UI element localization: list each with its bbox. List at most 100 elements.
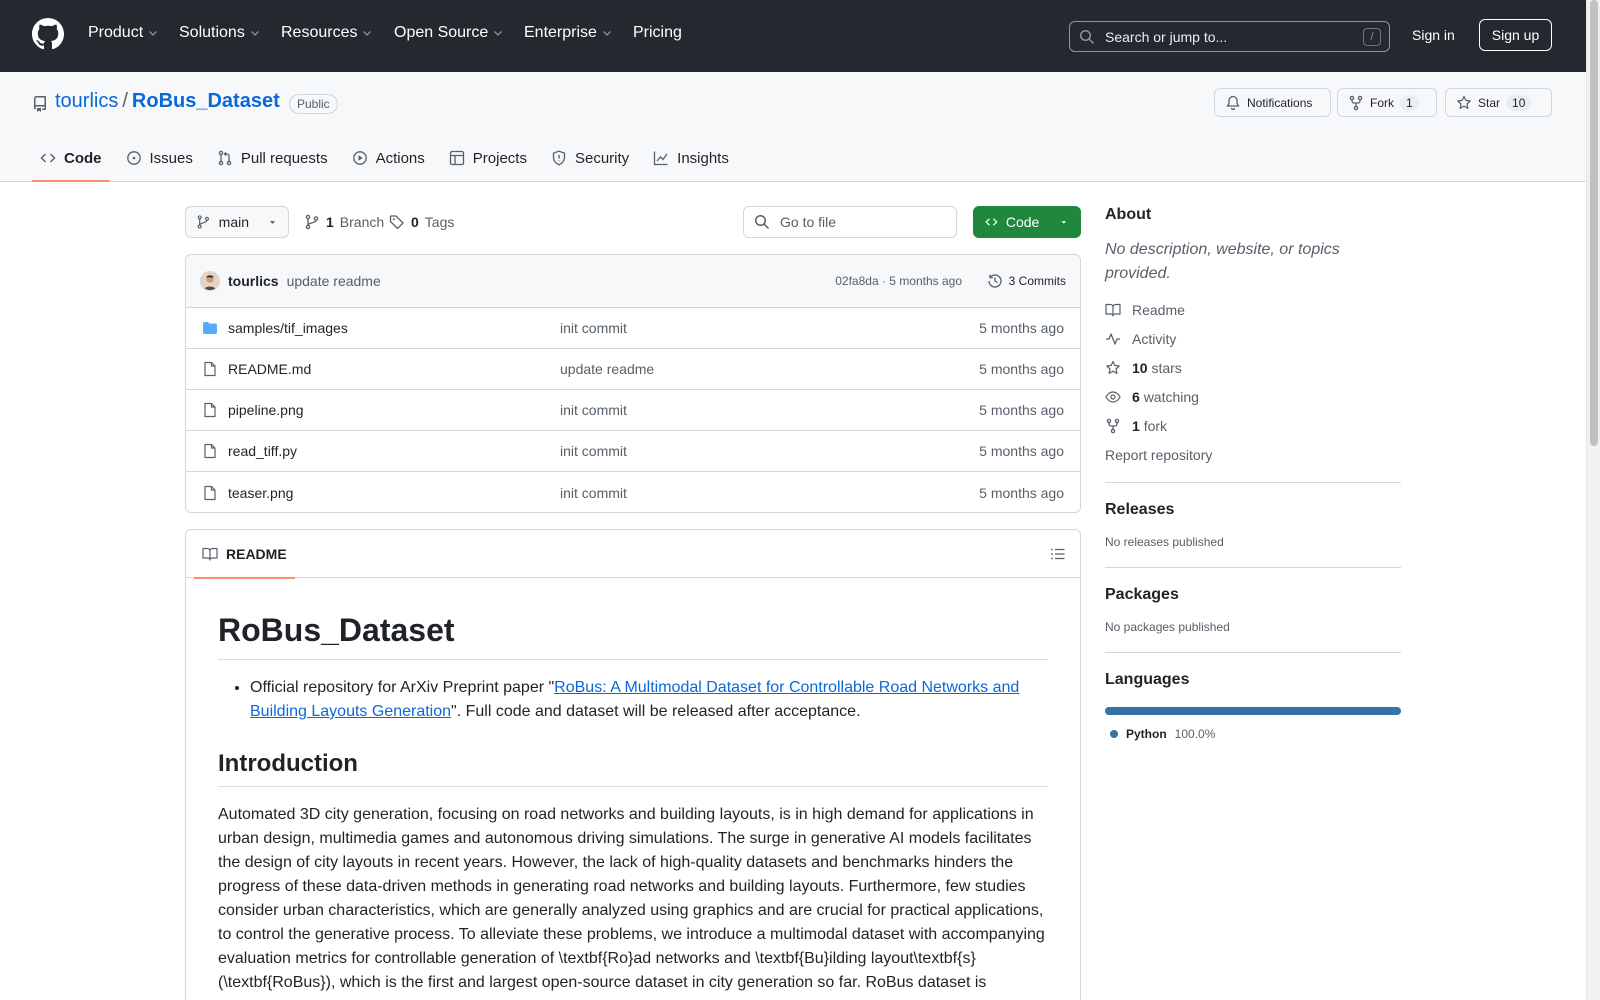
file-commit-link[interactable]: init commit <box>560 320 627 336</box>
avatar[interactable] <box>200 271 220 291</box>
page-scrollbar[interactable] <box>1586 0 1600 1000</box>
file-age: 5 months ago <box>979 402 1064 418</box>
code-button[interactable]: Code <box>973 206 1081 238</box>
language-item[interactable]: Python 100.0% <box>1105 727 1401 741</box>
file-commit-link[interactable]: init commit <box>560 402 627 418</box>
tab-insights[interactable]: Insights <box>645 134 737 182</box>
stars-label: stars <box>1151 360 1182 376</box>
table-icon <box>449 150 464 166</box>
tab-security[interactable]: Security <box>543 134 637 182</box>
file-row[interactable]: read_tiff.py init commit 5 months ago <box>186 431 1080 472</box>
repo-icon <box>33 96 46 112</box>
file-name-link[interactable]: pipeline.png <box>228 402 304 418</box>
scrollbar-thumb[interactable] <box>1590 0 1598 446</box>
tab-label: Insights <box>677 149 729 167</box>
notifications-label: Notifications <box>1247 95 1313 110</box>
search-icon <box>754 214 770 230</box>
search-input[interactable]: Search or jump to... / <box>1069 21 1390 52</box>
list-icon[interactable] <box>1050 546 1066 562</box>
language-bar <box>1105 707 1401 715</box>
file-icon <box>204 485 216 500</box>
user-avatar-icon <box>203 275 217 290</box>
file-row[interactable]: pipeline.png init commit 5 months ago <box>186 390 1080 431</box>
tab-pull-requests[interactable]: Pull requests <box>209 134 336 182</box>
nav-pricing[interactable]: Pricing <box>633 24 682 42</box>
graph-icon <box>654 151 668 166</box>
readme-tab[interactable]: README <box>194 530 295 579</box>
pull-request-icon <box>218 150 232 166</box>
github-logo-icon[interactable] <box>32 18 64 50</box>
nav-product[interactable]: Product <box>88 24 159 42</box>
branch-selector[interactable]: main <box>185 206 289 238</box>
report-label: Report repository <box>1105 447 1213 463</box>
go-to-file-input[interactable]: Go to file <box>743 206 957 238</box>
file-row[interactable]: samples/tif_images init commit 5 months … <box>186 308 1080 349</box>
branches-link[interactable]: 1 Branch <box>304 214 384 230</box>
watching-link[interactable]: 6 watching <box>1105 388 1401 406</box>
search-placeholder: Search or jump to... <box>1105 28 1228 45</box>
file-commit-link[interactable]: init commit <box>560 485 627 501</box>
commit-author-link[interactable]: tourlics <box>228 273 279 289</box>
shield-icon <box>552 150 566 166</box>
file-icon <box>204 361 216 377</box>
file-name-link[interactable]: README.md <box>228 361 311 377</box>
file-row[interactable]: teaser.png init commit 5 months ago <box>186 472 1080 512</box>
activity-label: Activity <box>1132 331 1177 347</box>
tab-projects[interactable]: Projects <box>441 134 535 182</box>
fork-button[interactable]: Fork 1 <box>1337 88 1437 117</box>
nav-open-source[interactable]: Open Source <box>394 24 504 42</box>
tab-issues[interactable]: Issues <box>118 134 201 182</box>
tags-link[interactable]: 0 Tags <box>389 214 454 230</box>
commit-message-link[interactable]: update readme <box>287 273 381 289</box>
file-commit-link[interactable]: update readme <box>560 361 654 377</box>
branch-label: Branch <box>339 214 385 230</box>
file-row[interactable]: README.md update readme 5 months ago <box>186 349 1080 390</box>
readme-tab-label: README <box>226 546 287 562</box>
commit-hash-time[interactable]: 02fa8da · 5 months ago <box>835 274 962 288</box>
file-icon <box>204 402 216 418</box>
nav-resources[interactable]: Resources <box>281 24 373 42</box>
commits-history-link[interactable]: 3 Commits <box>987 273 1066 289</box>
activity-link[interactable]: Activity <box>1105 330 1401 348</box>
file-name-link[interactable]: teaser.png <box>228 485 293 501</box>
readme-link[interactable]: Readme <box>1105 301 1401 319</box>
watching-count: 6 <box>1132 389 1140 405</box>
sign-up-button[interactable]: Sign up <box>1479 19 1552 51</box>
folder-icon <box>203 322 217 334</box>
branch-count: 1 <box>326 214 334 230</box>
file-name-link[interactable]: read_tiff.py <box>228 443 297 459</box>
tab-label: Security <box>574 149 630 167</box>
nav-label: Product <box>88 24 144 41</box>
divider <box>1105 567 1401 568</box>
report-repository-link[interactable]: Report repository <box>1105 446 1401 464</box>
file-age: 5 months ago <box>979 443 1064 459</box>
notifications-button[interactable]: Notifications <box>1214 88 1331 117</box>
nav-solutions[interactable]: Solutions <box>179 24 261 42</box>
repo-name-link[interactable]: RoBus_Dataset <box>132 90 280 113</box>
sign-in-link[interactable]: Sign in <box>1412 27 1455 43</box>
star-icon <box>1106 360 1120 374</box>
readme-header: README <box>186 530 1080 579</box>
file-age: 5 months ago <box>979 484 1064 501</box>
search-shortcut-key: / <box>1363 28 1381 46</box>
about-heading: About <box>1105 206 1152 223</box>
releases-heading[interactable]: Releases <box>1105 501 1401 519</box>
repo-header: tourlics / RoBus_Dataset Public Notifica… <box>0 72 1586 182</box>
repo-owner-link[interactable]: tourlics <box>55 90 118 113</box>
forks-link[interactable]: 1 fork <box>1105 417 1401 435</box>
tab-actions[interactable]: Actions <box>344 134 433 182</box>
nav-enterprise[interactable]: Enterprise <box>524 24 613 42</box>
tab-label: Code <box>64 149 102 167</box>
chevron-down-icon <box>250 31 259 36</box>
file-name-link[interactable]: samples/tif_images <box>228 320 348 336</box>
packages-text: No packages published <box>1105 620 1230 634</box>
tab-code[interactable]: Code <box>32 134 110 182</box>
watching-label: watching <box>1143 389 1199 405</box>
list-item: Official repository for ArXiv Preprint p… <box>250 676 1048 724</box>
star-button[interactable]: Star 10 <box>1445 88 1552 117</box>
packages-heading[interactable]: Packages <box>1105 586 1401 604</box>
fork-count: 1 <box>1132 418 1140 434</box>
file-commit-link[interactable]: init commit <box>560 443 627 459</box>
stars-link[interactable]: 10 stars <box>1105 359 1401 377</box>
global-header: Product Solutions Resources Open Source … <box>0 0 1586 72</box>
